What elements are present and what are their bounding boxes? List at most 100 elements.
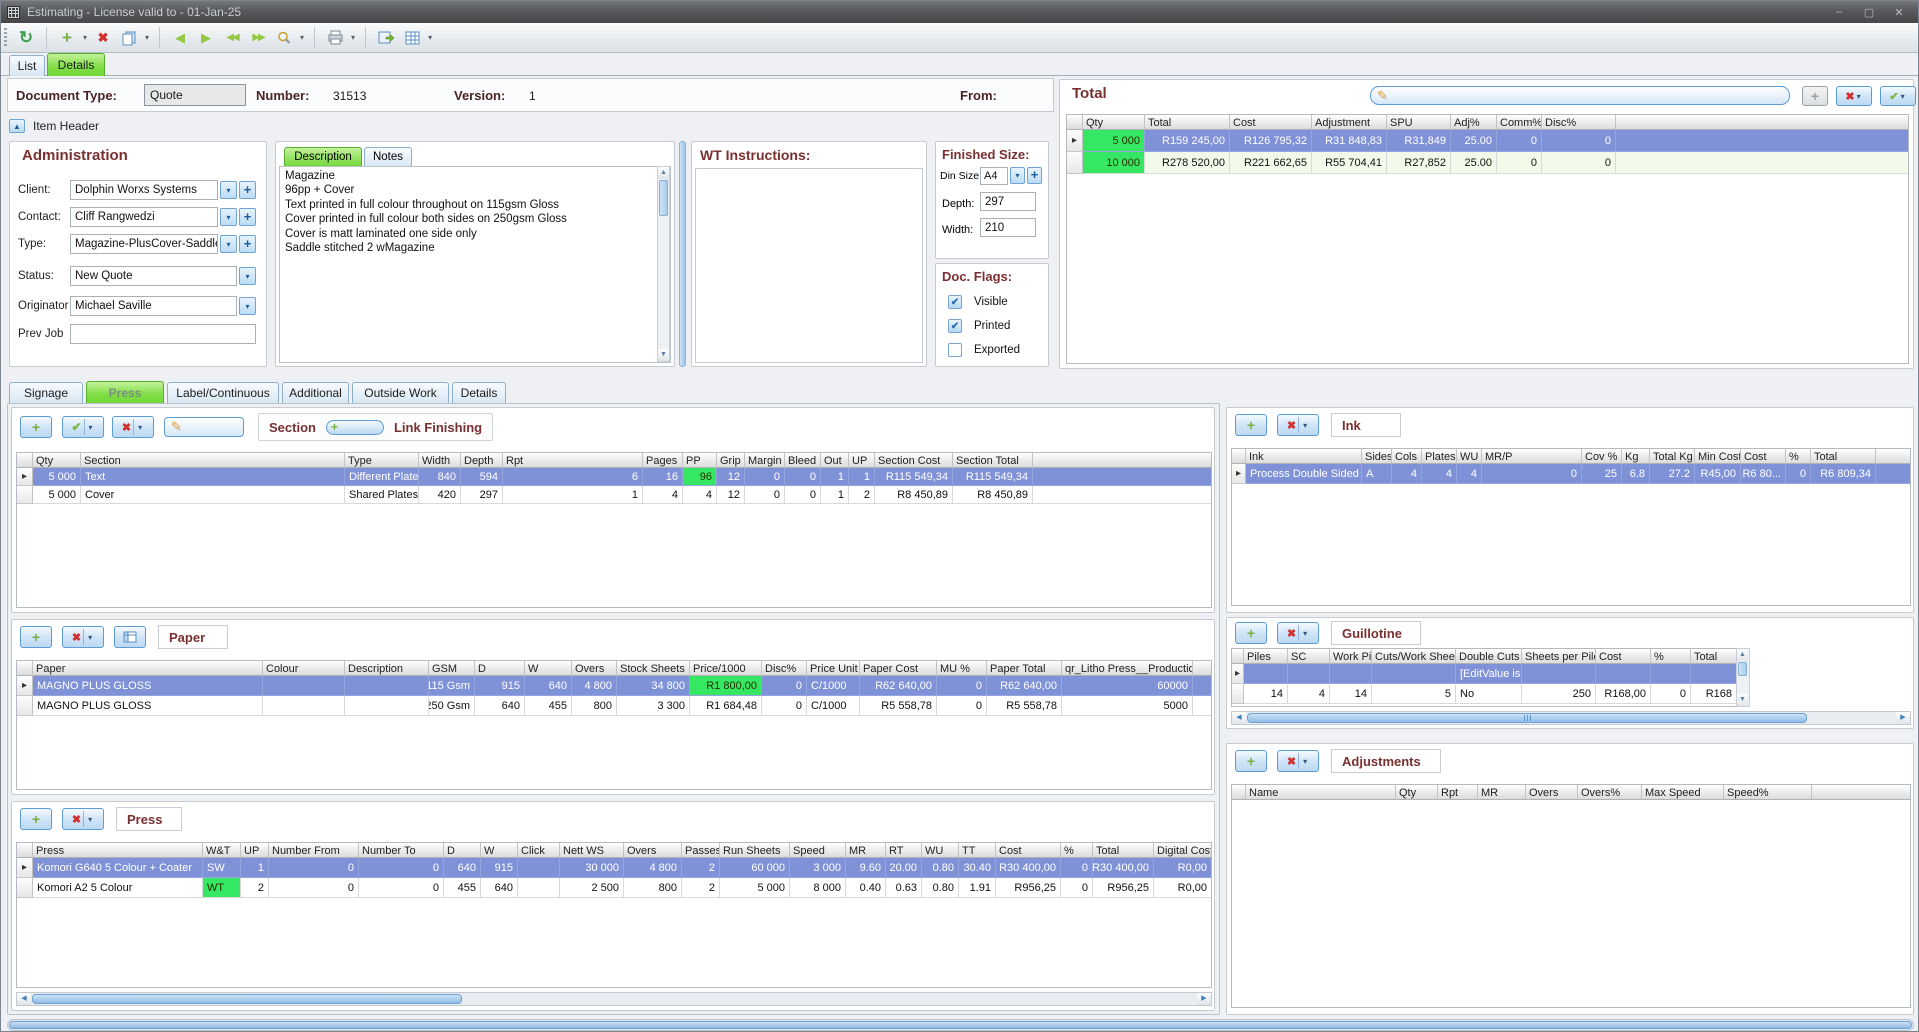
table-cell[interactable]: 0: [745, 468, 785, 486]
column-header[interactable]: Name: [1246, 785, 1396, 800]
table-cell[interactable]: [263, 696, 345, 716]
table-cell[interactable]: [1651, 664, 1691, 684]
table-cell[interactable]: 0: [1786, 464, 1811, 484]
column-header[interactable]: Width: [419, 453, 461, 468]
table-cell[interactable]: Different Plates: [345, 468, 419, 486]
tab-label-continuous[interactable]: Label/Continuous: [167, 382, 279, 403]
column-header[interactable]: Paper: [33, 661, 263, 676]
column-header[interactable]: Passes: [682, 843, 720, 858]
dropdown-button[interactable]: ▾: [220, 181, 237, 199]
table-cell[interactable]: 0: [359, 878, 444, 898]
table-cell[interactable]: 0: [1651, 684, 1691, 704]
table-cell[interactable]: [518, 878, 560, 898]
table-cell[interactable]: R31 848,83: [1312, 130, 1387, 152]
dropdown-button[interactable]: ▾: [220, 235, 237, 253]
refresh-button[interactable]: ↻: [13, 26, 39, 50]
total-edit-box[interactable]: ✎: [1370, 86, 1790, 105]
table-cell[interactable]: 4: [1392, 464, 1422, 484]
column-header[interactable]: %: [1651, 649, 1691, 664]
table-cell[interactable]: 0: [1542, 130, 1616, 152]
table-cell[interactable]: 5000: [1062, 696, 1193, 716]
column-header[interactable]: Cost: [1741, 449, 1786, 464]
document-type-input[interactable]: Quote: [144, 84, 246, 106]
table-row[interactable]: ▸MAGNO PLUS GLOSS115 Gsm9156404 80034 80…: [17, 676, 1211, 696]
add-button[interactable]: +: [239, 235, 256, 253]
column-header[interactable]: PP: [683, 453, 717, 468]
table-cell[interactable]: [518, 858, 560, 878]
column-header[interactable]: WU: [1457, 449, 1482, 464]
column-header[interactable]: Overs: [1526, 785, 1578, 800]
minimize-button[interactable]: –: [1832, 6, 1846, 19]
guillotine-hscrollbar[interactable]: ◀ ▶: [1231, 711, 1911, 725]
scroll-down-icon[interactable]: ▼: [658, 349, 669, 361]
column-header[interactable]: Description: [345, 661, 429, 676]
table-cell[interactable]: 12: [717, 486, 745, 504]
print-dropdown[interactable]: ▾: [348, 33, 358, 42]
column-header[interactable]: Ink: [1246, 449, 1362, 464]
table-cell[interactable]: 0: [1542, 152, 1616, 174]
table-cell[interactable]: R31,849: [1387, 130, 1451, 152]
adjustments-delete-button[interactable]: ✖▾: [1277, 750, 1319, 772]
scroll-down-icon[interactable]: ▼: [1737, 694, 1748, 706]
collapse-icon[interactable]: ▲: [9, 119, 25, 133]
column-header[interactable]: MU %: [937, 661, 987, 676]
ink-add-button[interactable]: +: [1235, 414, 1267, 436]
column-header[interactable]: qr_Litho Press__Production Qty: [1062, 661, 1193, 676]
table-cell[interactable]: 2: [241, 878, 269, 898]
table-cell[interactable]: 1: [849, 468, 875, 486]
bottom-hscrollbar[interactable]: [7, 1019, 1914, 1031]
table-row[interactable]: 10 000R278 520,00R221 662,65R55 704,41R2…: [1067, 152, 1908, 174]
table-cell[interactable]: 297: [461, 486, 503, 504]
table-cell[interactable]: 0: [269, 878, 359, 898]
column-header[interactable]: Rpt: [503, 453, 643, 468]
column-header[interactable]: GSM: [429, 661, 475, 676]
table-row[interactable]: Komori A2 5 ColourWT2004556402 50080025 …: [17, 878, 1211, 898]
column-header[interactable]: Number From: [269, 843, 359, 858]
table-cell[interactable]: R0,00: [1154, 858, 1212, 878]
column-header[interactable]: Speed%: [1724, 785, 1812, 800]
table-cell[interactable]: 60 000: [720, 858, 790, 878]
column-header[interactable]: Press: [33, 843, 203, 858]
table-row[interactable]: ▸Komori G640 5 Colour + CoaterSW10064091…: [17, 858, 1211, 878]
table-cell[interactable]: [1691, 664, 1736, 684]
table-cell[interactable]: C/1000: [807, 676, 860, 696]
table-cell[interactable]: R1 800,00: [690, 676, 762, 696]
table-cell[interactable]: 1: [821, 468, 849, 486]
table-cell[interactable]: 4: [683, 486, 717, 504]
column-header[interactable]: Paper Cost: [860, 661, 937, 676]
maximize-button[interactable]: ▢: [1862, 6, 1876, 19]
column-header[interactable]: Price Unit: [807, 661, 860, 676]
table-cell[interactable]: 640: [525, 676, 572, 696]
nav-next-button[interactable]: ▶: [193, 26, 219, 50]
table-cell[interactable]: R8 450,89: [875, 486, 953, 504]
table-cell[interactable]: 4: [1288, 684, 1330, 704]
column-header[interactable]: Work Piles: [1330, 649, 1372, 664]
section-edit-box[interactable]: ✎: [164, 417, 244, 437]
table-cell[interactable]: 25.00: [1451, 130, 1497, 152]
table-cell[interactable]: 0: [359, 858, 444, 878]
table-cell[interactable]: 60000: [1062, 676, 1193, 696]
column-header[interactable]: D: [475, 661, 525, 676]
scroll-up-icon[interactable]: ▲: [658, 167, 669, 179]
table-cell[interactable]: 96: [683, 468, 717, 486]
table-cell[interactable]: 0: [762, 676, 807, 696]
copy-button[interactable]: [116, 26, 142, 50]
column-header[interactable]: Nett WS: [560, 843, 624, 858]
nav-first-button[interactable]: ◀◀: [219, 26, 245, 50]
column-header[interactable]: SPU: [1387, 115, 1451, 130]
dropdown-button[interactable]: ▾: [239, 267, 256, 285]
guillotine-add-button[interactable]: +: [1235, 622, 1267, 644]
column-header[interactable]: Disc%: [1542, 115, 1616, 130]
table-cell[interactable]: 0.40: [846, 878, 886, 898]
scroll-right-icon[interactable]: ▶: [1896, 712, 1910, 724]
column-header[interactable]: Double Cuts: [1456, 649, 1522, 664]
contact-input[interactable]: Cliff Rangwedzi: [70, 207, 218, 227]
table-cell[interactable]: 0: [269, 858, 359, 878]
tab-outside-work[interactable]: Outside Work: [352, 382, 449, 403]
grid-view-button[interactable]: [399, 26, 425, 50]
status-input[interactable]: New Quote: [70, 266, 237, 286]
table-cell[interactable]: [1596, 664, 1651, 684]
table-cell[interactable]: 115 Gsm: [429, 676, 475, 696]
column-header[interactable]: [1067, 115, 1083, 130]
column-header[interactable]: Margin: [745, 453, 785, 468]
